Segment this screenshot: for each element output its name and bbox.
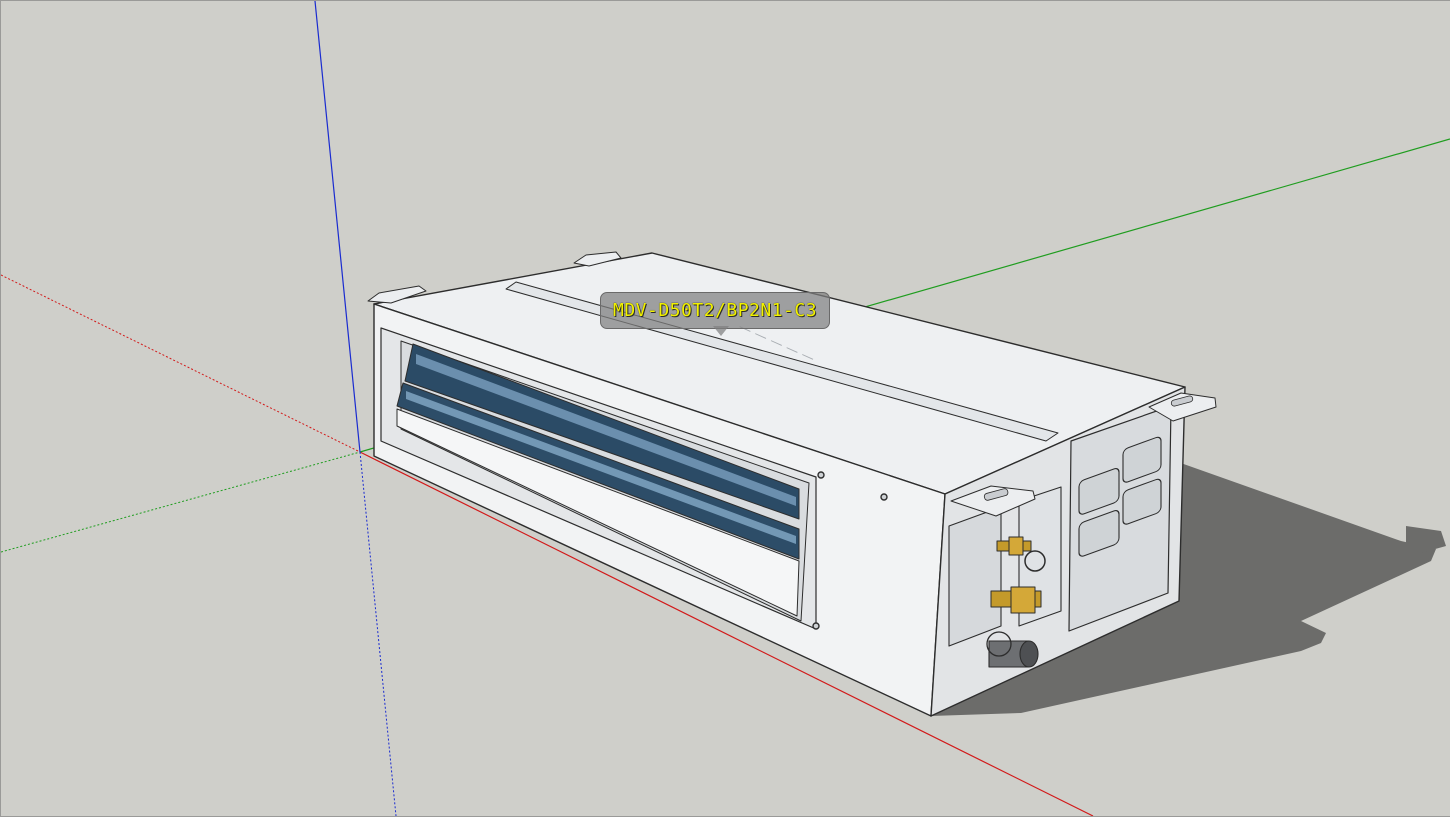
screw-1 — [817, 471, 825, 479]
blue-axis — [314, 1, 361, 453]
screw-3 — [812, 622, 820, 630]
green-axis-dotted — [1, 451, 361, 553]
electrical-box — [948, 506, 1002, 647]
3d-scene[interactable]: — — — — — — [1, 1, 1450, 816]
screw-2 — [880, 493, 888, 501]
component-name-text: MDV-D50T2/BP2N1-C3 — [613, 300, 818, 321]
model-viewport[interactable]: — — — — — MDV-D50T2/BP2N1-C3 — [0, 0, 1450, 817]
component-name-tag[interactable]: MDV-D50T2/BP2N1-C3 — [600, 292, 831, 329]
red-axis-dotted — [1, 274, 361, 453]
liquid-nut — [1008, 536, 1024, 556]
tag-pointer — [713, 326, 729, 336]
gas-nut — [1010, 586, 1036, 614]
blue-axis-dotted — [359, 451, 397, 816]
